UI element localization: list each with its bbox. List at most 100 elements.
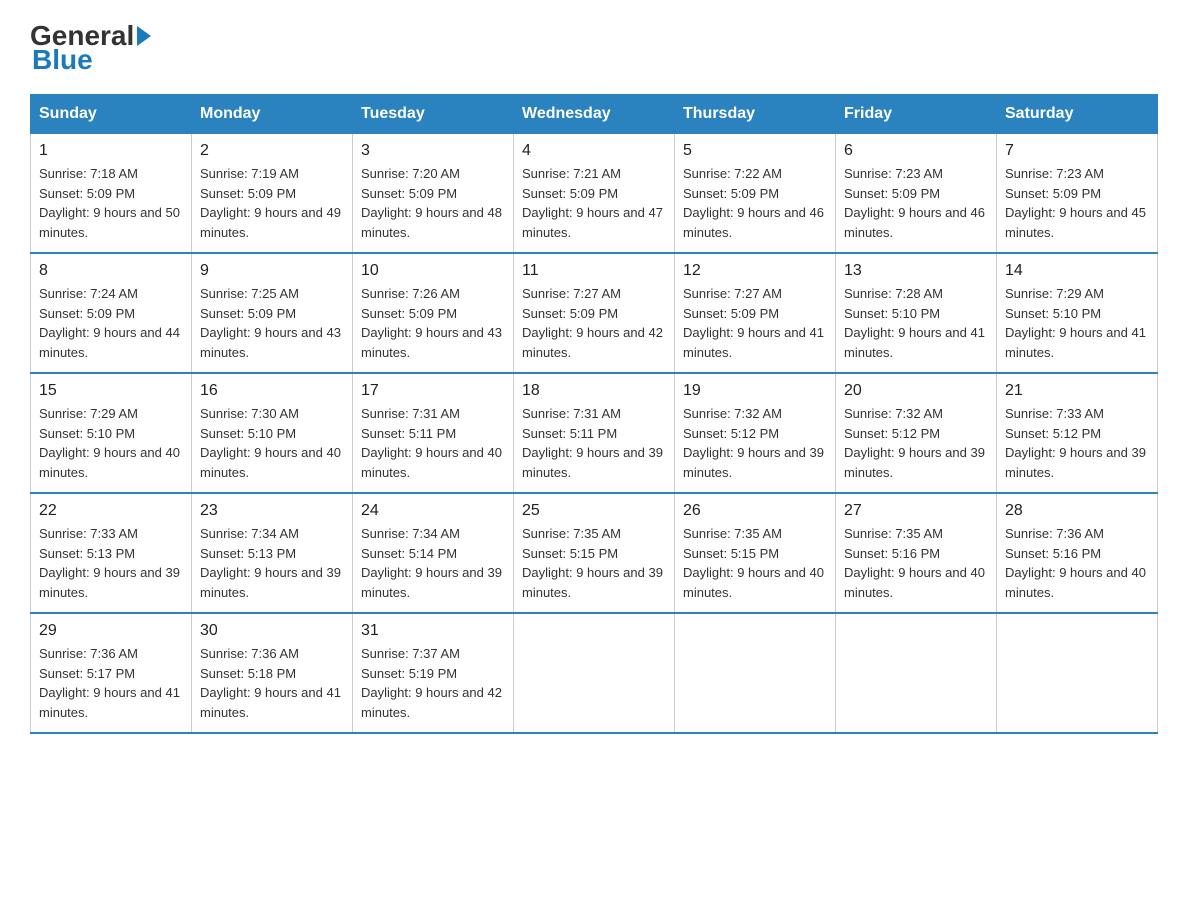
- day-info: Sunrise: 7:29 AMSunset: 5:10 PMDaylight:…: [1005, 284, 1149, 362]
- day-info: Sunrise: 7:35 AMSunset: 5:15 PMDaylight:…: [522, 524, 666, 602]
- day-info: Sunrise: 7:27 AMSunset: 5:09 PMDaylight:…: [683, 284, 827, 362]
- day-info: Sunrise: 7:37 AMSunset: 5:19 PMDaylight:…: [361, 644, 505, 722]
- day-info: Sunrise: 7:23 AMSunset: 5:09 PMDaylight:…: [1005, 164, 1149, 242]
- calendar-cell: 5 Sunrise: 7:22 AMSunset: 5:09 PMDayligh…: [675, 134, 836, 254]
- day-number: 6: [844, 142, 988, 160]
- column-header-monday: Monday: [192, 95, 353, 134]
- day-info: Sunrise: 7:24 AMSunset: 5:09 PMDaylight:…: [39, 284, 183, 362]
- calendar-cell: 6 Sunrise: 7:23 AMSunset: 5:09 PMDayligh…: [836, 134, 997, 254]
- day-number: 20: [844, 382, 988, 400]
- day-number: 11: [522, 262, 666, 280]
- calendar-cell: 1 Sunrise: 7:18 AMSunset: 5:09 PMDayligh…: [31, 134, 192, 254]
- calendar-cell: 2 Sunrise: 7:19 AMSunset: 5:09 PMDayligh…: [192, 134, 353, 254]
- calendar-cell: 8 Sunrise: 7:24 AMSunset: 5:09 PMDayligh…: [31, 253, 192, 373]
- calendar-cell: 19 Sunrise: 7:32 AMSunset: 5:12 PMDaylig…: [675, 373, 836, 493]
- day-info: Sunrise: 7:31 AMSunset: 5:11 PMDaylight:…: [522, 404, 666, 482]
- day-info: Sunrise: 7:27 AMSunset: 5:09 PMDaylight:…: [522, 284, 666, 362]
- day-number: 1: [39, 142, 183, 160]
- calendar-week-row: 29 Sunrise: 7:36 AMSunset: 5:17 PMDaylig…: [31, 613, 1158, 733]
- day-info: Sunrise: 7:20 AMSunset: 5:09 PMDaylight:…: [361, 164, 505, 242]
- calendar-cell: 9 Sunrise: 7:25 AMSunset: 5:09 PMDayligh…: [192, 253, 353, 373]
- calendar-cell: 20 Sunrise: 7:32 AMSunset: 5:12 PMDaylig…: [836, 373, 997, 493]
- calendar-cell: 18 Sunrise: 7:31 AMSunset: 5:11 PMDaylig…: [514, 373, 675, 493]
- calendar-cell: 15 Sunrise: 7:29 AMSunset: 5:10 PMDaylig…: [31, 373, 192, 493]
- calendar-cell: 30 Sunrise: 7:36 AMSunset: 5:18 PMDaylig…: [192, 613, 353, 733]
- column-header-friday: Friday: [836, 95, 997, 134]
- day-info: Sunrise: 7:21 AMSunset: 5:09 PMDaylight:…: [522, 164, 666, 242]
- column-header-tuesday: Tuesday: [353, 95, 514, 134]
- column-header-thursday: Thursday: [675, 95, 836, 134]
- day-number: 13: [844, 262, 988, 280]
- logo-blue-text: Blue: [32, 44, 93, 75]
- day-info: Sunrise: 7:34 AMSunset: 5:13 PMDaylight:…: [200, 524, 344, 602]
- day-info: Sunrise: 7:23 AMSunset: 5:09 PMDaylight:…: [844, 164, 988, 242]
- calendar-cell: 4 Sunrise: 7:21 AMSunset: 5:09 PMDayligh…: [514, 134, 675, 254]
- day-info: Sunrise: 7:31 AMSunset: 5:11 PMDaylight:…: [361, 404, 505, 482]
- day-info: Sunrise: 7:32 AMSunset: 5:12 PMDaylight:…: [844, 404, 988, 482]
- day-info: Sunrise: 7:35 AMSunset: 5:16 PMDaylight:…: [844, 524, 988, 602]
- calendar-week-row: 8 Sunrise: 7:24 AMSunset: 5:09 PMDayligh…: [31, 253, 1158, 373]
- calendar-cell: 29 Sunrise: 7:36 AMSunset: 5:17 PMDaylig…: [31, 613, 192, 733]
- day-number: 29: [39, 622, 183, 640]
- day-number: 4: [522, 142, 666, 160]
- day-info: Sunrise: 7:36 AMSunset: 5:18 PMDaylight:…: [200, 644, 344, 722]
- calendar-cell: 24 Sunrise: 7:34 AMSunset: 5:14 PMDaylig…: [353, 493, 514, 613]
- calendar-header-row: SundayMondayTuesdayWednesdayThursdayFrid…: [31, 95, 1158, 134]
- day-number: 7: [1005, 142, 1149, 160]
- day-number: 5: [683, 142, 827, 160]
- day-number: 17: [361, 382, 505, 400]
- day-number: 21: [1005, 382, 1149, 400]
- calendar-cell: 7 Sunrise: 7:23 AMSunset: 5:09 PMDayligh…: [997, 134, 1158, 254]
- day-number: 2: [200, 142, 344, 160]
- calendar-cell: 3 Sunrise: 7:20 AMSunset: 5:09 PMDayligh…: [353, 134, 514, 254]
- page-header: General Blue: [30, 20, 1158, 76]
- day-number: 18: [522, 382, 666, 400]
- calendar-cell: 21 Sunrise: 7:33 AMSunset: 5:12 PMDaylig…: [997, 373, 1158, 493]
- column-header-wednesday: Wednesday: [514, 95, 675, 134]
- calendar-cell: [836, 613, 997, 733]
- calendar-cell: 23 Sunrise: 7:34 AMSunset: 5:13 PMDaylig…: [192, 493, 353, 613]
- day-number: 27: [844, 502, 988, 520]
- day-number: 14: [1005, 262, 1149, 280]
- calendar-cell: 17 Sunrise: 7:31 AMSunset: 5:11 PMDaylig…: [353, 373, 514, 493]
- calendar-week-row: 15 Sunrise: 7:29 AMSunset: 5:10 PMDaylig…: [31, 373, 1158, 493]
- day-info: Sunrise: 7:35 AMSunset: 5:15 PMDaylight:…: [683, 524, 827, 602]
- calendar-cell: 27 Sunrise: 7:35 AMSunset: 5:16 PMDaylig…: [836, 493, 997, 613]
- day-info: Sunrise: 7:36 AMSunset: 5:16 PMDaylight:…: [1005, 524, 1149, 602]
- day-number: 30: [200, 622, 344, 640]
- calendar-cell: [514, 613, 675, 733]
- day-info: Sunrise: 7:36 AMSunset: 5:17 PMDaylight:…: [39, 644, 183, 722]
- day-number: 31: [361, 622, 505, 640]
- day-number: 3: [361, 142, 505, 160]
- day-number: 26: [683, 502, 827, 520]
- day-info: Sunrise: 7:19 AMSunset: 5:09 PMDaylight:…: [200, 164, 344, 242]
- calendar-cell: 22 Sunrise: 7:33 AMSunset: 5:13 PMDaylig…: [31, 493, 192, 613]
- day-info: Sunrise: 7:25 AMSunset: 5:09 PMDaylight:…: [200, 284, 344, 362]
- day-number: 25: [522, 502, 666, 520]
- day-info: Sunrise: 7:18 AMSunset: 5:09 PMDaylight:…: [39, 164, 183, 242]
- day-info: Sunrise: 7:26 AMSunset: 5:09 PMDaylight:…: [361, 284, 505, 362]
- day-info: Sunrise: 7:30 AMSunset: 5:10 PMDaylight:…: [200, 404, 344, 482]
- calendar-cell: [997, 613, 1158, 733]
- day-info: Sunrise: 7:22 AMSunset: 5:09 PMDaylight:…: [683, 164, 827, 242]
- calendar-cell: 16 Sunrise: 7:30 AMSunset: 5:10 PMDaylig…: [192, 373, 353, 493]
- day-number: 24: [361, 502, 505, 520]
- day-info: Sunrise: 7:33 AMSunset: 5:13 PMDaylight:…: [39, 524, 183, 602]
- calendar-cell: 13 Sunrise: 7:28 AMSunset: 5:10 PMDaylig…: [836, 253, 997, 373]
- day-info: Sunrise: 7:28 AMSunset: 5:10 PMDaylight:…: [844, 284, 988, 362]
- calendar-cell: 12 Sunrise: 7:27 AMSunset: 5:09 PMDaylig…: [675, 253, 836, 373]
- day-number: 16: [200, 382, 344, 400]
- column-header-saturday: Saturday: [997, 95, 1158, 134]
- day-info: Sunrise: 7:34 AMSunset: 5:14 PMDaylight:…: [361, 524, 505, 602]
- day-number: 23: [200, 502, 344, 520]
- logo-arrow-icon: [137, 26, 151, 46]
- day-number: 19: [683, 382, 827, 400]
- day-number: 12: [683, 262, 827, 280]
- day-number: 9: [200, 262, 344, 280]
- day-info: Sunrise: 7:33 AMSunset: 5:12 PMDaylight:…: [1005, 404, 1149, 482]
- calendar-cell: 31 Sunrise: 7:37 AMSunset: 5:19 PMDaylig…: [353, 613, 514, 733]
- calendar-cell: 10 Sunrise: 7:26 AMSunset: 5:09 PMDaylig…: [353, 253, 514, 373]
- column-header-sunday: Sunday: [31, 95, 192, 134]
- logo: General Blue: [30, 20, 154, 76]
- calendar-table: SundayMondayTuesdayWednesdayThursdayFrid…: [30, 94, 1158, 734]
